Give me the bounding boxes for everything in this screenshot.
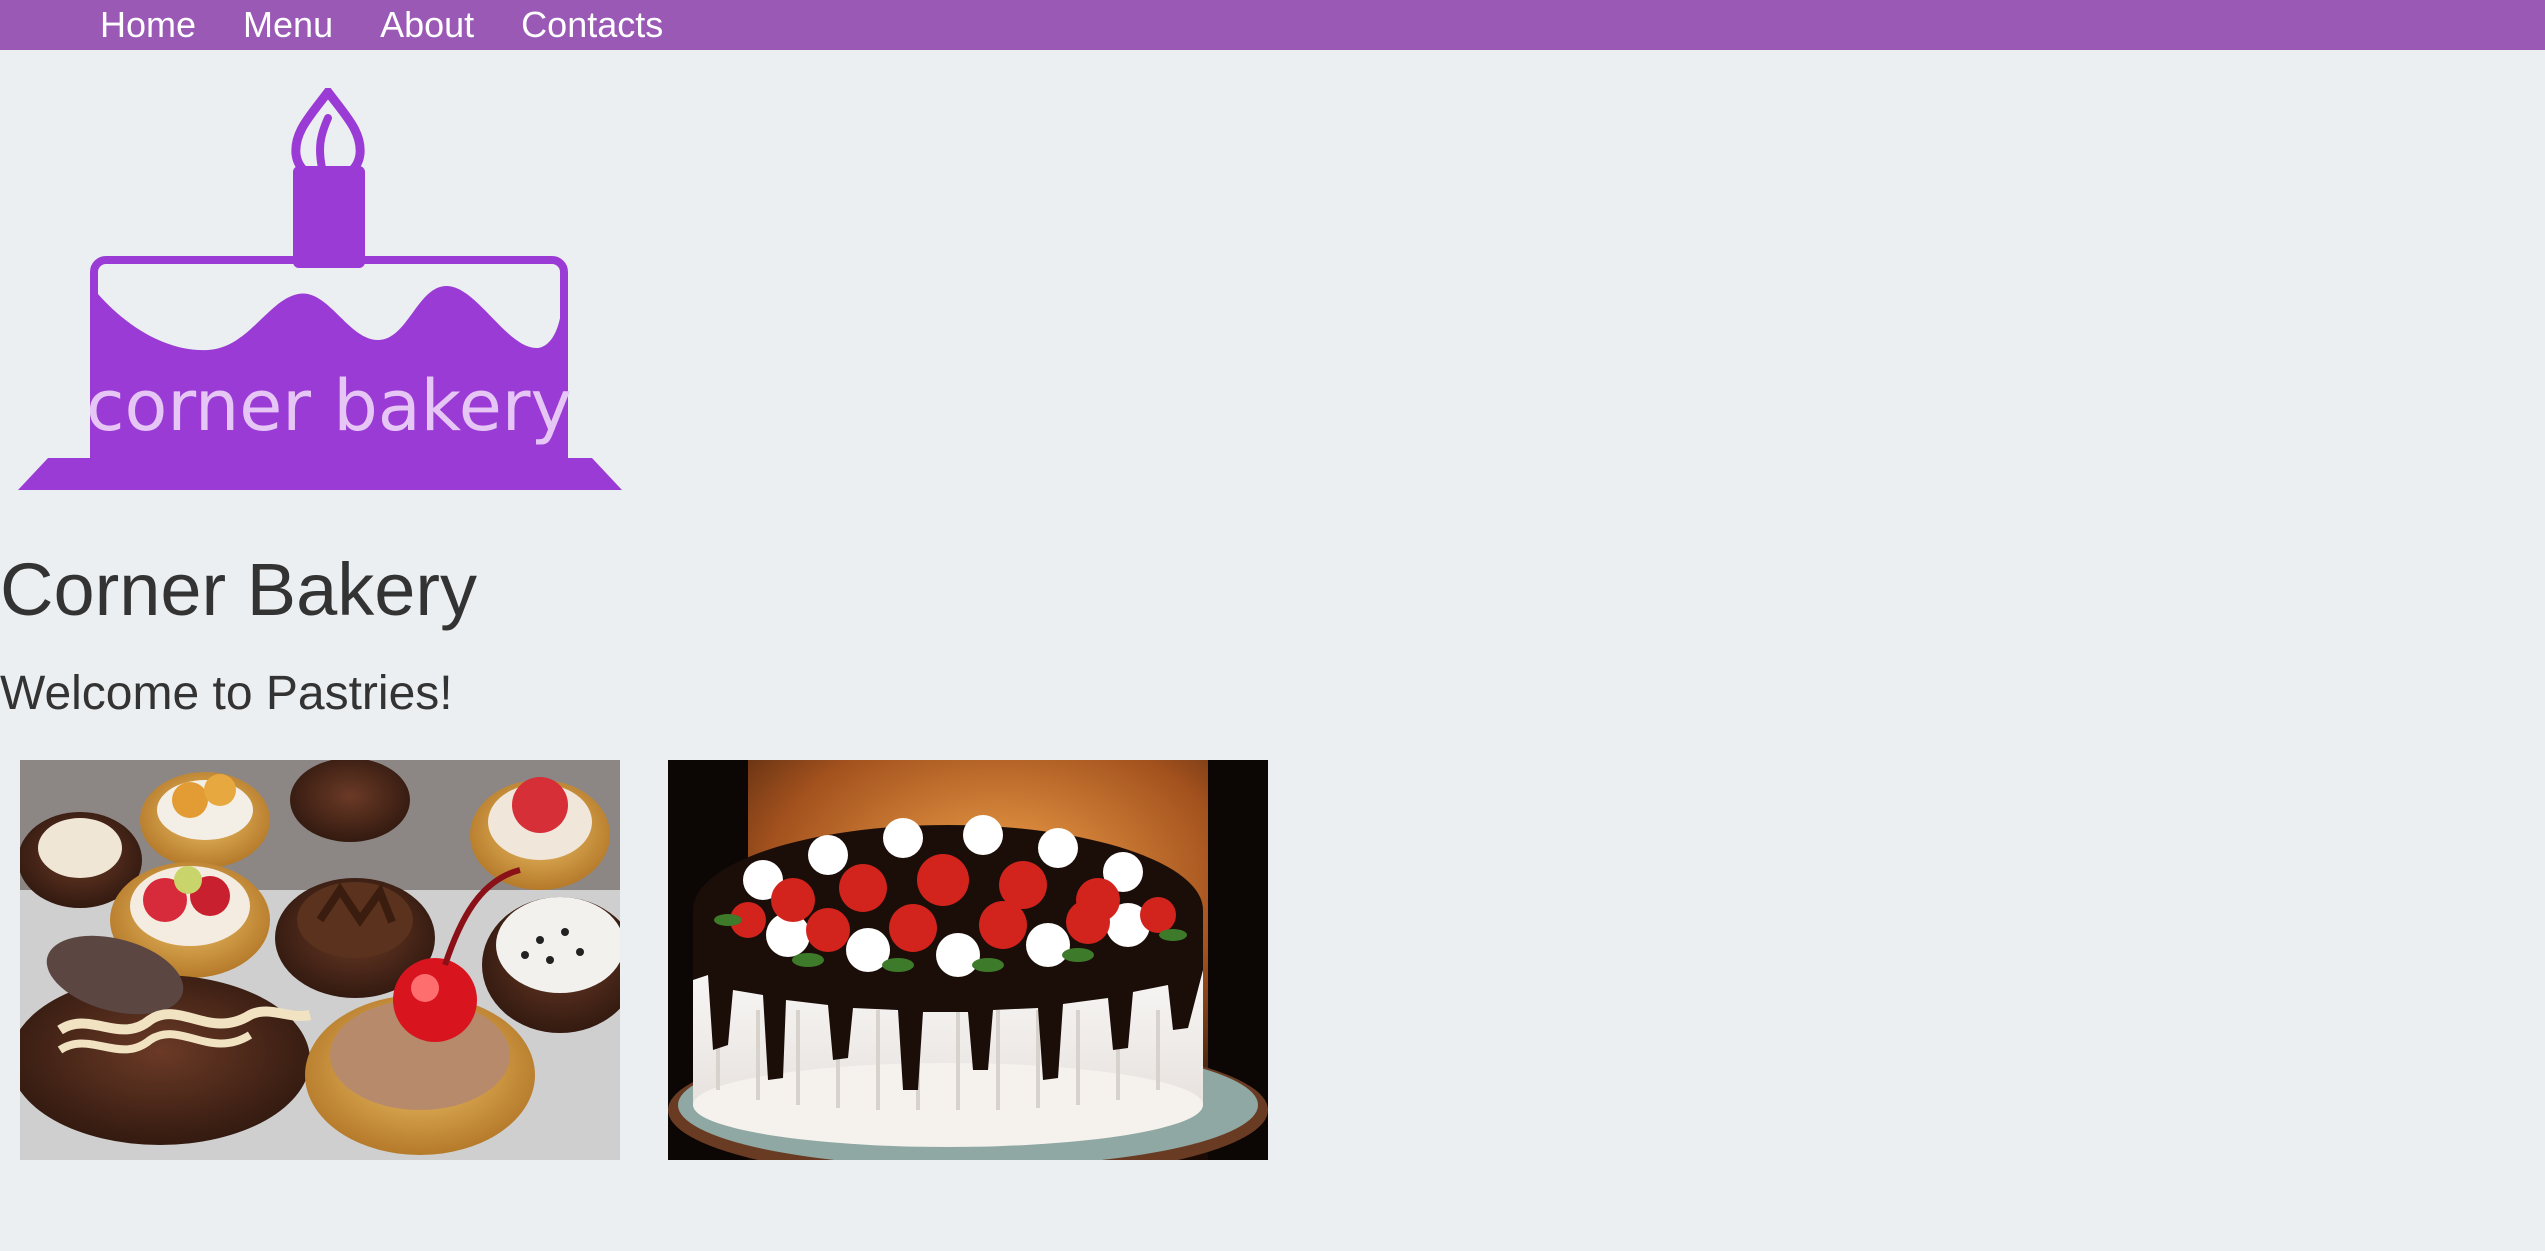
nav-item-contacts[interactable]: Contacts: [521, 0, 663, 50]
welcome-heading: Welcome to Pastries!: [0, 667, 453, 720]
cake-photo: [668, 760, 1268, 1160]
pastries-tarts-photo-icon: [20, 760, 620, 1160]
nav-item-menu[interactable]: Menu: [243, 0, 333, 50]
nav-menu: Home Menu About Contacts: [100, 0, 710, 50]
nav-item-home[interactable]: Home: [100, 0, 196, 50]
nav-item-about[interactable]: About: [380, 0, 474, 50]
top-navbar: Home Menu About Contacts: [0, 0, 2545, 50]
bakery-logo: corner bakery: [18, 84, 622, 490]
pastries-photo: [20, 760, 620, 1160]
page-title: Corner Bakery: [0, 548, 478, 631]
logo-text: corner bakery: [86, 365, 572, 447]
strawberry-chocolate-cake-photo-icon: [668, 760, 1268, 1160]
cake-with-candle-logo-icon: corner bakery: [18, 84, 622, 490]
